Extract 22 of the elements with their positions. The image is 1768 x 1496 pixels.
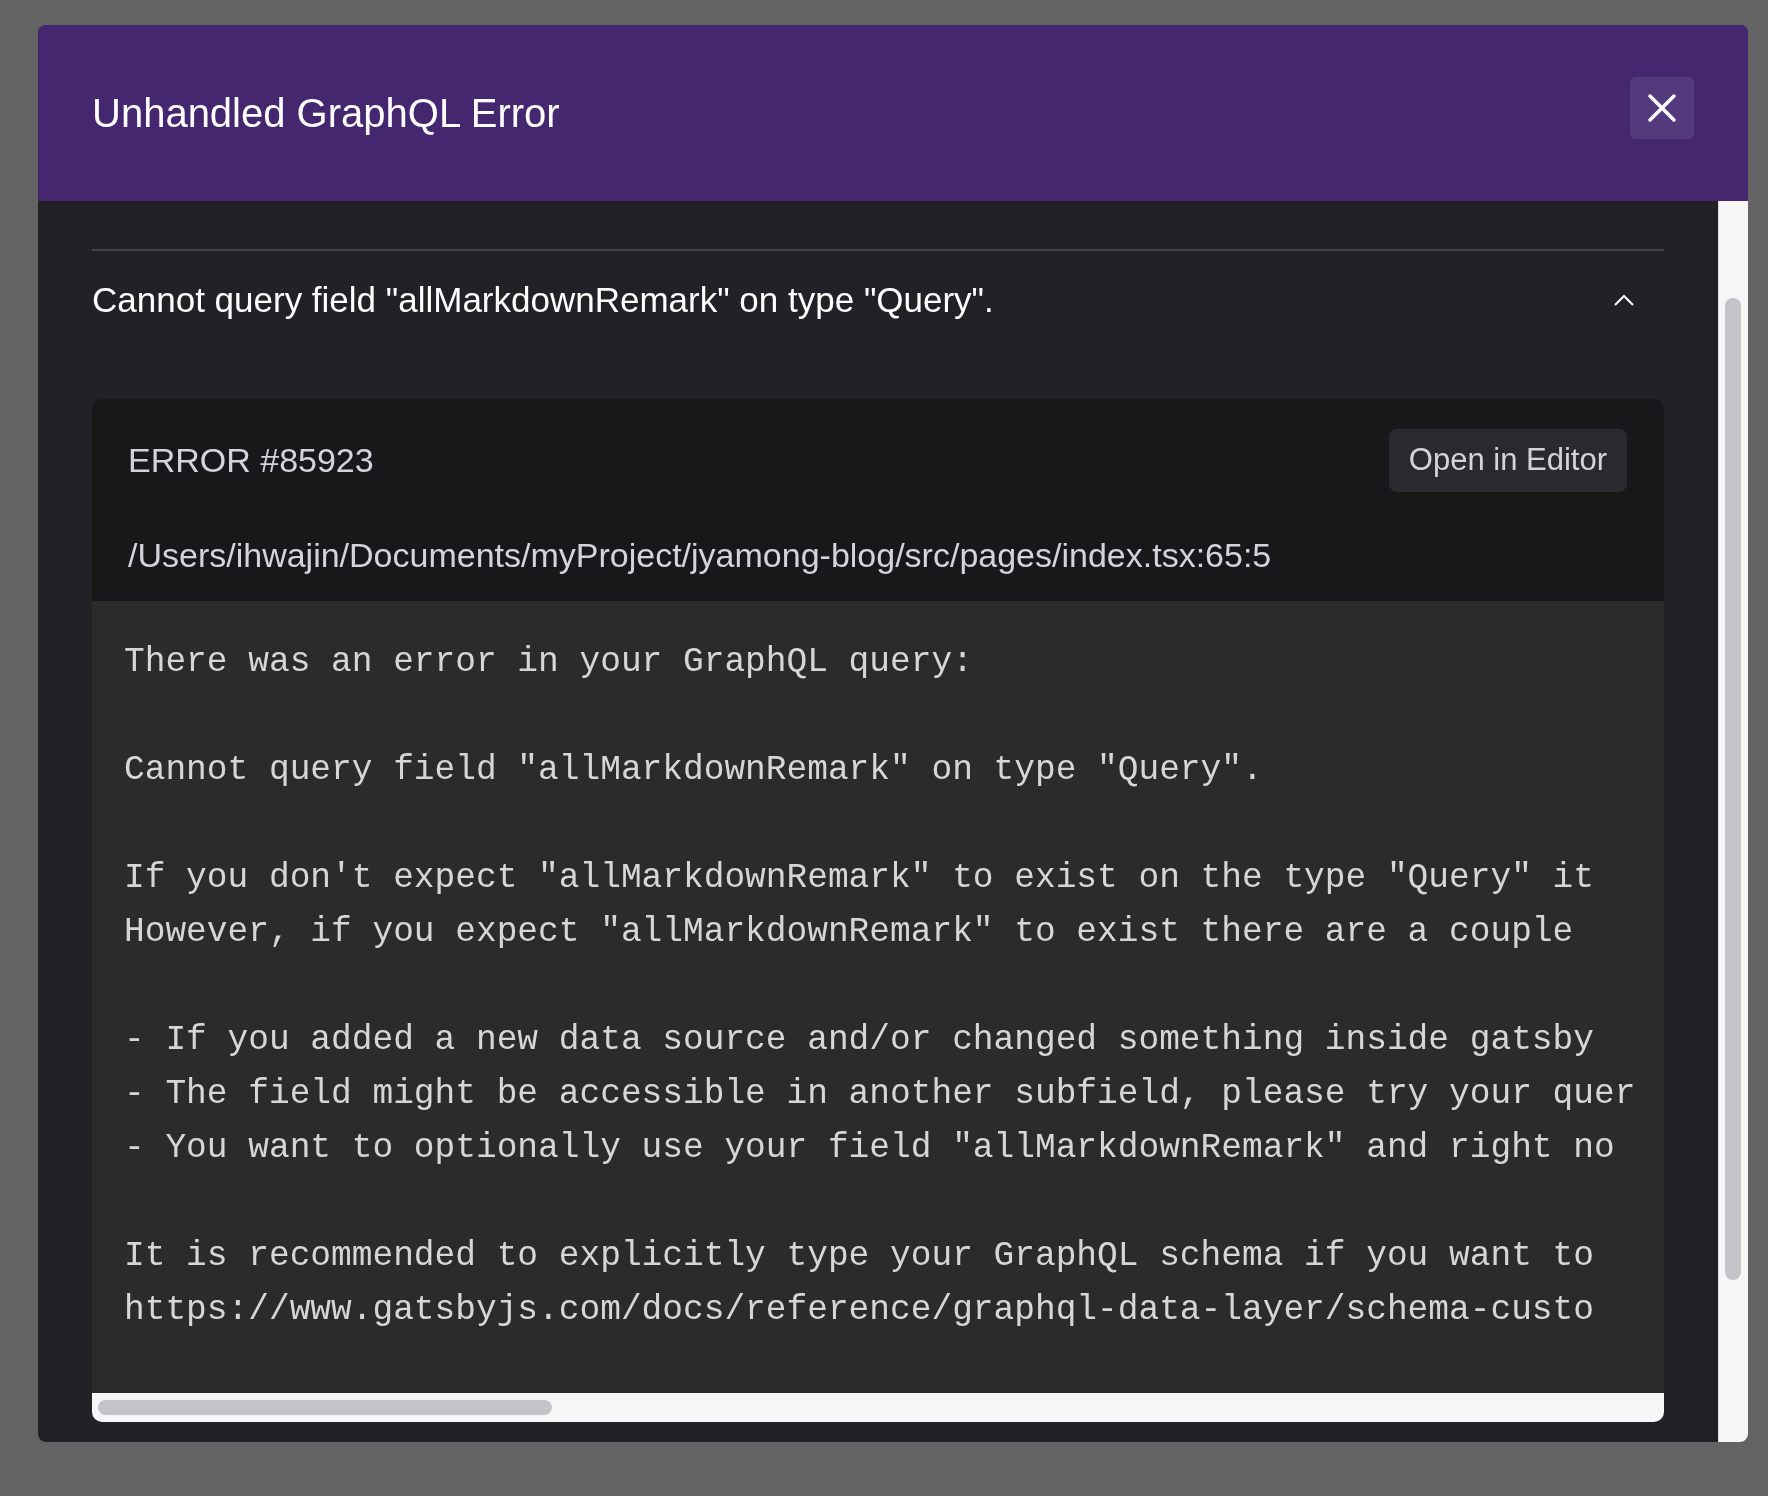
horizontal-scrollbar[interactable] [92,1393,1664,1422]
error-code: ERROR #85923 [128,439,374,481]
open-in-editor-button[interactable]: Open in Editor [1388,429,1627,492]
code-line: https://www.gatsbyjs.com/docs/reference/graphql-data-layer/schema-custo [124,1288,1595,1331]
code-line: - The field might be accessible in another subfield, please try your quer [124,1072,1637,1115]
code-line: - If you added a new data source and/or changed something inside gatsby [124,1018,1595,1061]
code-line: It is recommended to explicitly type your GraphQL schema if you want to [124,1234,1595,1277]
code-line: If you don't expect "allMarkdownRemark" to exist on the type "Query" it [124,856,1595,899]
chevron-icon [1614,294,1634,306]
close-icon [1647,93,1677,123]
vertical-scrollbar[interactable] [1718,201,1748,1442]
code-line: There was an error in your GraphQL query: [124,640,974,683]
code-line: However, if you expect "allMarkdownRemark" to exist there are a couple [124,910,1575,953]
scrollbar-thumb[interactable] [98,1400,552,1415]
dialog-title: Unhandled GraphQL Error [92,90,560,137]
code-line: Cannot query field "allMarkdownRemark" on type "Query". [124,748,1264,791]
close-button[interactable] [1630,77,1694,139]
code-line: - You want to optionally use your field "allMarkdownRemark" and right no [124,1126,1616,1169]
scrollbar-thumb[interactable] [1725,298,1741,1280]
accordion-title: Cannot query field "allMarkdownRemark" on type "Query". [92,278,994,321]
accordion-header[interactable]: Cannot query field "allMarkdownRemark" on type "Query". [92,249,1664,349]
file-path: /Users/ihwajin/Documents/myProject/jyamong-blog/src/pages/index.tsx:65:5 [128,534,1273,576]
